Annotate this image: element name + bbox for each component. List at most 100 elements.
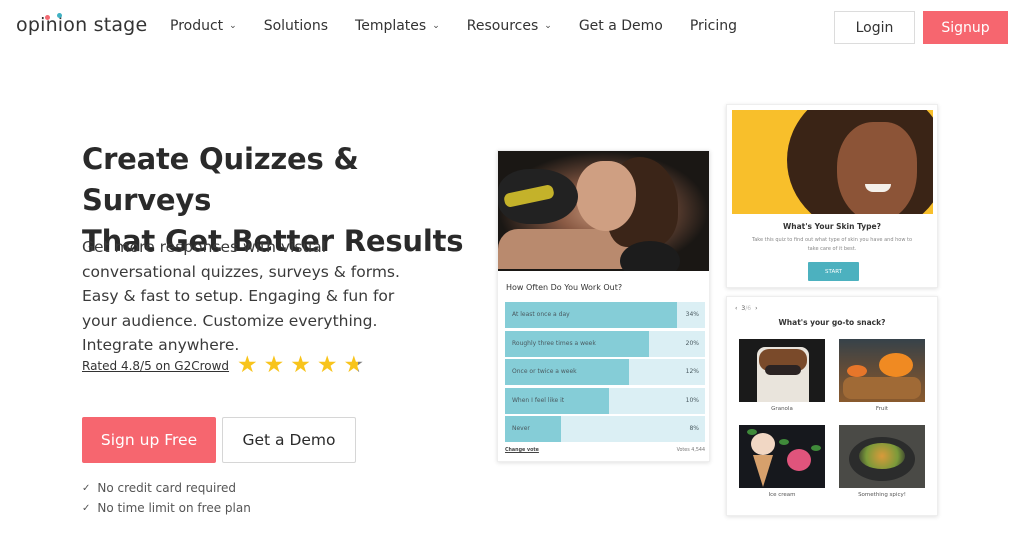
image-berries — [765, 365, 801, 375]
g2crowd-rating-link[interactable]: Rated 4.8/5 on G2Crowd — [82, 359, 229, 373]
signup-button[interactable]: Signup — [923, 11, 1008, 44]
headline-line-1: Create Quizzes & Surveys — [82, 142, 359, 217]
poll-option-percent: 10% — [685, 396, 699, 404]
nav-item-pricing[interactable]: Pricing — [690, 18, 737, 34]
quiz-start-button[interactable]: START — [808, 262, 859, 281]
benefit-text: No time limit on free plan — [97, 501, 251, 515]
nav-item-product[interactable]: Product ⌄ — [170, 18, 237, 34]
quiz-card: What's Your Skin Type? Take this quiz to… — [726, 104, 938, 288]
change-vote-link[interactable]: Change vote — [505, 448, 539, 453]
nav-item-label: Solutions — [263, 18, 329, 34]
top-navigation: opinion stage Product ⌄ Solutions Templa… — [0, 0, 1024, 55]
poll-option-label: When I feel like it — [512, 396, 565, 404]
snack-option-ice-cream[interactable]: Ice cream — [739, 425, 825, 498]
total-questions: /6 — [745, 305, 752, 312]
sign-up-free-button[interactable]: Sign up Free — [82, 417, 216, 463]
image-face — [576, 161, 636, 231]
image-scoop — [787, 449, 811, 471]
image-leaf — [779, 439, 789, 445]
rating-stars: ★ ★ ★ ★ ★ — [237, 354, 364, 377]
woman-portrait-image — [732, 110, 933, 214]
checkmark-icon: ✓ — [82, 502, 91, 514]
ice-cream-image — [739, 425, 825, 488]
image-basket — [843, 377, 921, 399]
image-smile — [865, 184, 891, 192]
granola-image — [739, 339, 825, 402]
image-leaf — [811, 445, 821, 451]
poll-question: How Often Do You Work Out? — [506, 283, 623, 292]
image-face — [837, 122, 917, 214]
logo-dot-red — [45, 15, 50, 20]
boxing-glove — [620, 241, 680, 271]
checkmark-icon: ✓ — [82, 482, 91, 494]
poll-options: At least once a day 34% Roughly three time… — [505, 302, 705, 445]
quiz-description: Take this quiz to find out what type of … — [751, 237, 913, 252]
chevron-down-icon: ⌄ — [432, 21, 440, 31]
snack-quiz-card: ‹ 3/6 › What's your go-to snack? Granola… — [726, 296, 938, 516]
snack-option-label: Something spicy! — [858, 492, 906, 498]
spicy-food-image — [839, 425, 925, 488]
poll-option[interactable]: Roughly three times a week 20% — [505, 330, 705, 357]
benefit-item: ✓ No credit card required — [82, 478, 251, 498]
glove-tape — [503, 183, 555, 209]
star-icon: ★ — [316, 352, 338, 378]
poll-option[interactable]: Once or twice a week 12% — [505, 359, 705, 385]
poll-option-percent: 20% — [685, 339, 699, 347]
nav-item-label: Product — [170, 18, 224, 34]
image-cone — [753, 455, 773, 487]
image-oranges — [879, 353, 913, 377]
nav-item-solutions[interactable]: Solutions — [264, 18, 328, 34]
nav-item-templates[interactable]: Templates ⌄ — [355, 18, 440, 34]
image-scoop — [751, 433, 775, 455]
poll-option[interactable]: Never 8% — [505, 416, 705, 442]
nav-item-label: Templates — [355, 18, 427, 34]
nav-item-get-a-demo[interactable]: Get a Demo — [579, 18, 663, 34]
poll-option-label: Once or twice a week — [512, 368, 577, 375]
chevron-left-icon[interactable]: ‹ — [735, 305, 737, 312]
snack-option-fruit[interactable]: Fruit — [839, 339, 925, 412]
poll-card: How Often Do You Work Out? At least once… — [497, 150, 710, 462]
nav-menu: Product ⌄ Solutions Templates ⌄ Resource… — [170, 18, 764, 34]
image-food — [859, 443, 905, 469]
question-pager: ‹ 3/6 › — [735, 305, 757, 312]
star-partial-icon: ★ — [343, 352, 365, 378]
benefit-item: ✓ No time limit on free plan — [82, 498, 251, 518]
boxing-glove — [498, 169, 578, 224]
poll-option[interactable]: When I feel like it 10% — [505, 387, 705, 414]
rating: Rated 4.8/5 on G2Crowd ★ ★ ★ ★ ★ — [82, 354, 364, 377]
get-a-demo-button[interactable]: Get a Demo — [222, 417, 356, 463]
poll-footer: Change vote Votes 4,544 — [505, 448, 705, 453]
login-button[interactable]: Login — [834, 11, 915, 44]
benefit-text: No credit card required — [97, 481, 237, 495]
logo-text: opinion stage — [16, 14, 148, 36]
star-icon: ★ — [237, 352, 258, 378]
hero-subtext: Get more responses with visual conversat… — [82, 238, 400, 354]
poll-option-percent: 8% — [689, 425, 699, 432]
fruit-image — [839, 339, 925, 402]
poll-option-percent: 34% — [685, 311, 699, 318]
snack-question: What's your go-to snack? — [778, 318, 886, 327]
nav-item-resources[interactable]: Resources ⌄ — [467, 18, 552, 34]
poll-option-label: At least once a day — [512, 311, 570, 318]
logo[interactable]: opinion stage — [16, 13, 148, 36]
poll-option[interactable]: At least once a day 34% — [505, 302, 705, 328]
chevron-down-icon: ⌄ — [544, 21, 552, 31]
snack-option-label: Ice cream — [768, 492, 796, 498]
chevron-right-icon[interactable]: › — [755, 305, 757, 312]
snack-option-something-spicy[interactable]: Something spicy! — [839, 425, 925, 498]
star-icon: ★ — [290, 352, 311, 378]
snack-option-label: Fruit — [875, 406, 889, 412]
image-oranges — [847, 365, 867, 377]
quiz-title: What's Your Skin Type? — [782, 222, 881, 231]
snack-option-label: Granola — [771, 406, 793, 412]
snack-option-granola[interactable]: Granola — [739, 339, 825, 412]
benefits-list: ✓ No credit card required ✓ No time limi… — [82, 478, 251, 518]
chevron-down-icon: ⌄ — [229, 21, 237, 31]
poll-option-percent: 12% — [685, 368, 699, 375]
nav-item-label: Resources — [466, 18, 539, 34]
votes-count: Votes 4,544 — [676, 448, 705, 453]
star-icon: ★ — [263, 352, 285, 378]
nav-item-label: Get a Demo — [578, 18, 663, 34]
logo-dot-teal — [57, 13, 62, 18]
poll-option-label: Roughly three times a week — [512, 339, 596, 347]
